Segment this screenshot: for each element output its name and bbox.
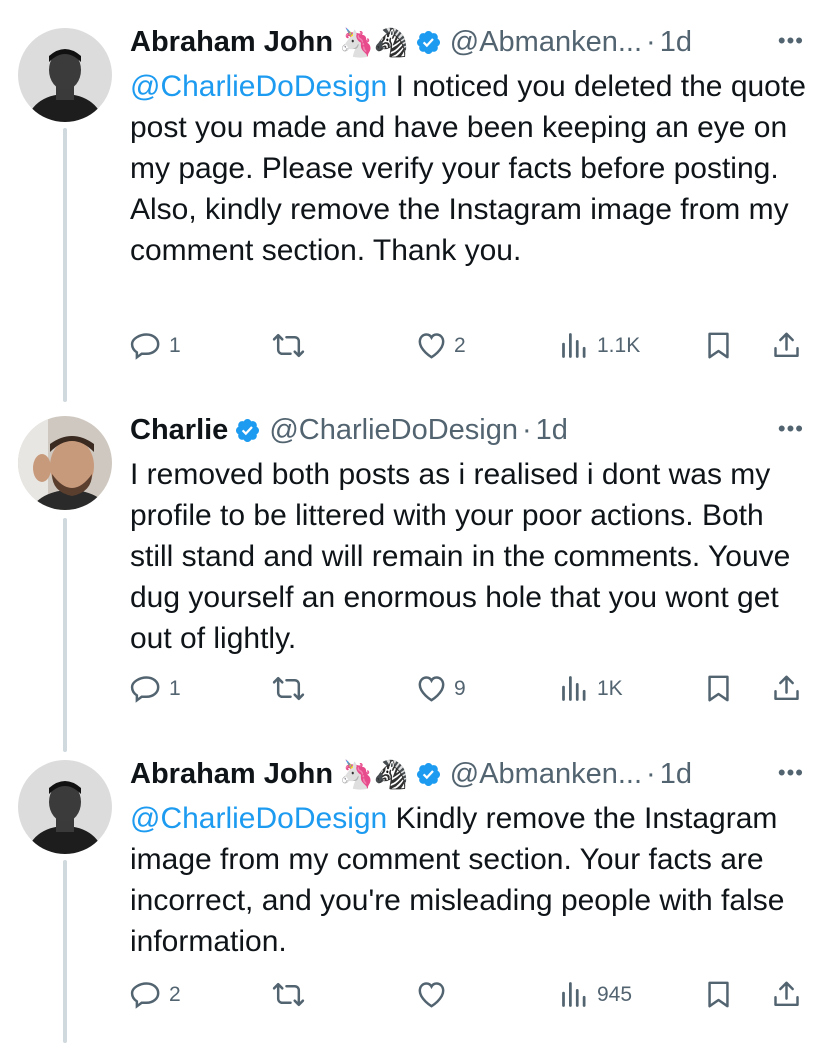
reply-count: 2 [169, 982, 181, 1006]
like-button[interactable]: 9 [415, 672, 466, 705]
handle[interactable]: @CharlieDoDesign [269, 414, 518, 447]
heart-icon [418, 333, 445, 359]
action-bar: 1 9 1K [130, 672, 808, 712]
display-name[interactable]: Charlie [130, 414, 228, 447]
tweet-header: Abraham John 🦄🦓 @Abmanken... · 1d [130, 754, 808, 794]
bookmark-button[interactable] [702, 672, 735, 705]
reply-button[interactable]: 2 [130, 978, 181, 1011]
timestamp[interactable]: 1d [660, 758, 692, 791]
share-icon [774, 332, 799, 358]
repost-icon [272, 333, 305, 358]
bookmark-button[interactable] [702, 329, 735, 362]
avatar[interactable] [18, 416, 112, 510]
share-button[interactable] [770, 978, 803, 1011]
views-count: 945 [597, 982, 633, 1006]
bookmark-button[interactable] [702, 978, 735, 1011]
tweet-header: Abraham John 🦄🦓 @Abmanken... · 1d [130, 22, 808, 62]
like-button[interactable]: 2 [415, 329, 466, 362]
action-bar: 1 2 1.1K [130, 329, 808, 369]
bookmark-icon [708, 675, 729, 702]
action-bar: 2 945 [130, 978, 808, 1018]
repost-button[interactable] [272, 329, 311, 362]
views-count: 1.1K [597, 333, 641, 357]
views-button[interactable]: 945 [558, 978, 632, 1011]
separator-dot: · [521, 413, 532, 446]
name-emojis: 🦄🦓 [339, 26, 409, 58]
views-button[interactable]: 1.1K [558, 329, 640, 362]
heart-icon [418, 982, 445, 1008]
display-name[interactable]: Abraham John [130, 26, 333, 59]
repost-icon [272, 982, 305, 1007]
reply-count: 1 [169, 676, 181, 700]
repost-icon [272, 676, 305, 701]
tweet[interactable]: Charlie @CharlieDoDesign · 1d ••• I remo… [0, 410, 828, 740]
verified-badge-icon [236, 418, 260, 442]
verified-badge-icon [416, 30, 440, 54]
avatar[interactable] [18, 28, 112, 122]
views-count: 1K [597, 676, 623, 700]
reply-count: 1 [169, 333, 181, 357]
tweet-text: I removed both posts as i realised i don… [130, 454, 808, 659]
mention-link[interactable]: @CharlieDoDesign [130, 802, 387, 835]
tweet[interactable]: Abraham John 🦄🦓 @Abmanken... · 1d ••• @C… [0, 754, 828, 1043]
reply-button[interactable]: 1 [130, 329, 181, 362]
like-count: 2 [454, 333, 466, 357]
bookmark-icon [708, 981, 729, 1008]
handle[interactable]: @Abmanken... [450, 26, 642, 59]
views-button[interactable]: 1K [558, 672, 623, 705]
separator-dot: · [646, 25, 656, 58]
handle[interactable]: @Abmanken... [450, 758, 642, 791]
share-icon [774, 675, 799, 701]
views-icon [562, 982, 586, 1007]
more-options-icon[interactable]: ••• [778, 28, 804, 54]
tweet-body: I removed both posts as i realised i don… [130, 458, 791, 655]
share-icon [774, 981, 799, 1007]
views-icon [562, 676, 586, 701]
tweet-text: @CharlieDoDesign I noticed you deleted t… [130, 66, 808, 271]
separator-dot: · [646, 757, 656, 790]
views-icon [562, 333, 586, 358]
timestamp[interactable]: 1d [536, 414, 568, 447]
timestamp[interactable]: 1d [660, 26, 692, 59]
repost-button[interactable] [272, 978, 311, 1011]
verified-badge-icon [416, 762, 440, 786]
reply-icon [130, 333, 160, 360]
tweet[interactable]: Abraham John 🦄🦓 @Abmanken... · 1d ••• @C… [0, 22, 828, 402]
repost-button[interactable] [272, 672, 311, 705]
like-count: 9 [454, 676, 466, 700]
bookmark-icon [708, 332, 729, 359]
reply-icon [130, 982, 160, 1009]
tweet-header: Charlie @CharlieDoDesign · 1d [130, 410, 808, 450]
share-button[interactable] [770, 329, 803, 362]
share-button[interactable] [770, 672, 803, 705]
mention-link[interactable]: @CharlieDoDesign [130, 70, 387, 103]
reply-icon [130, 676, 160, 703]
more-options-icon[interactable]: ••• [778, 416, 804, 442]
more-options-icon[interactable]: ••• [778, 760, 804, 786]
reply-button[interactable]: 1 [130, 672, 181, 705]
like-button[interactable] [415, 978, 454, 1011]
tweet-text: @CharlieDoDesign Kindly remove the Insta… [130, 798, 808, 962]
heart-icon [418, 676, 445, 702]
display-name[interactable]: Abraham John [130, 758, 333, 791]
name-emojis: 🦄🦓 [339, 758, 409, 790]
avatar[interactable] [18, 760, 112, 854]
